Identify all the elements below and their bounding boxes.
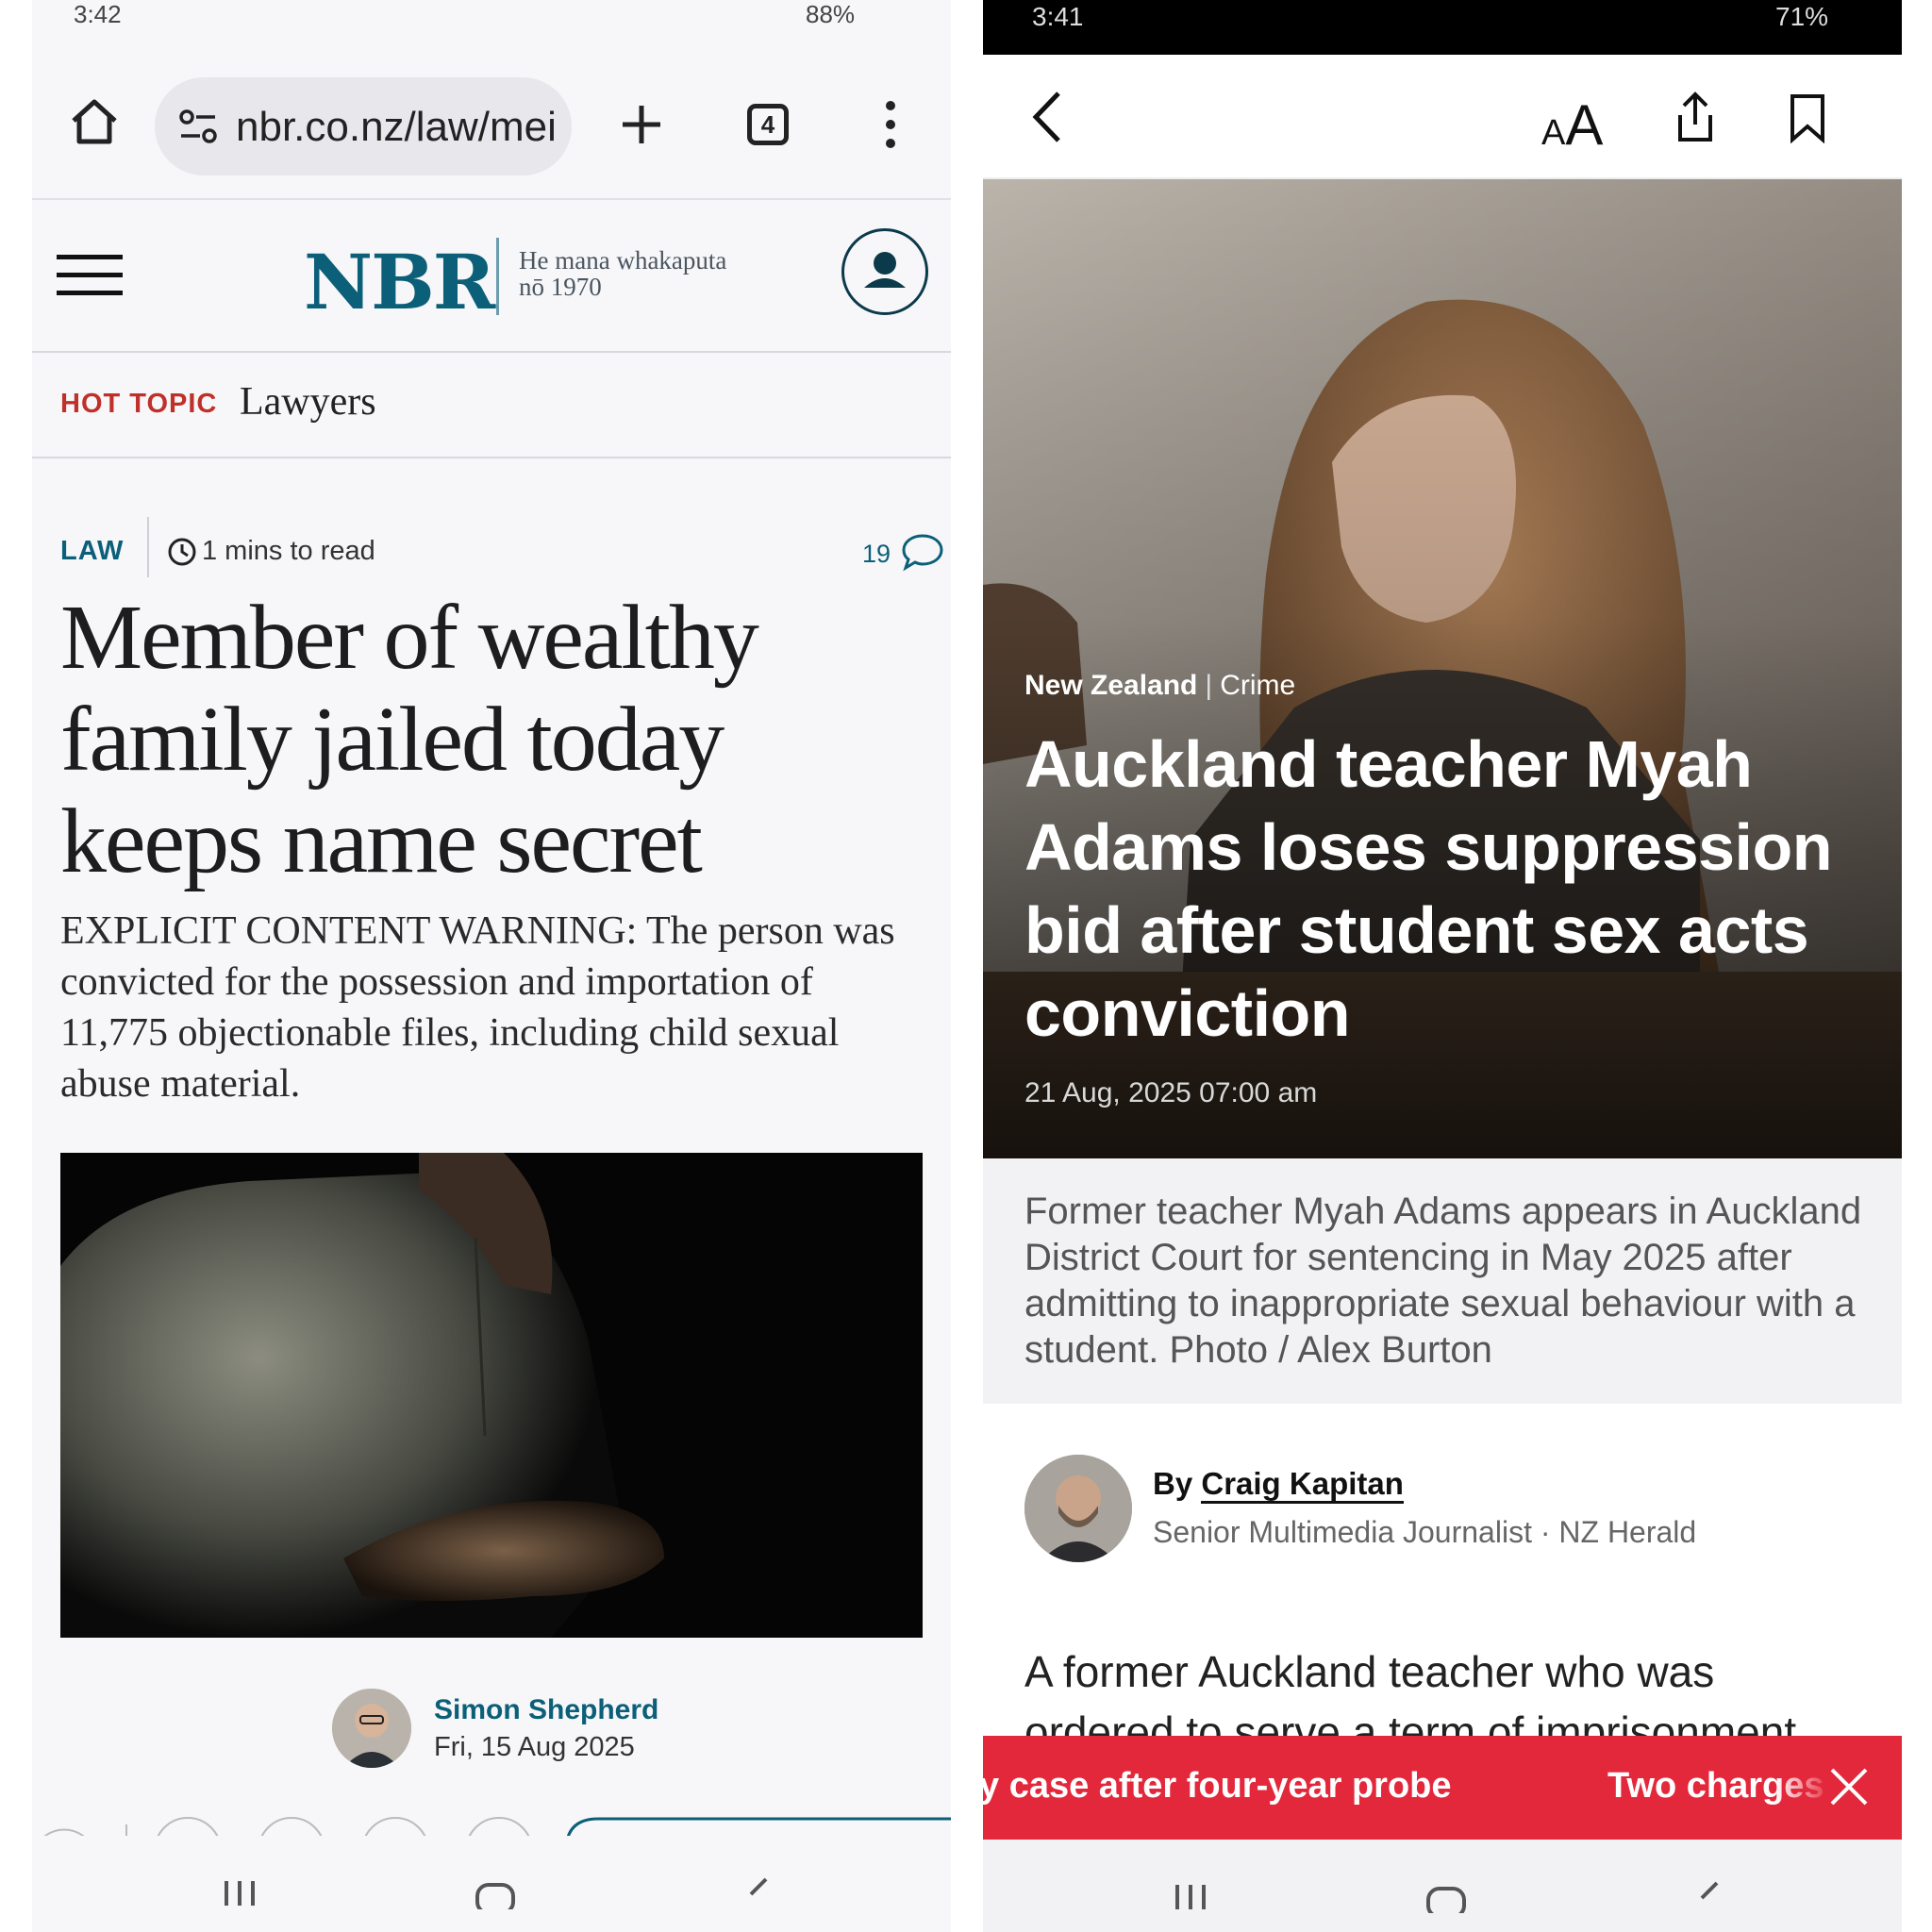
status-battery: 71% (1775, 2, 1829, 31)
publication-name: NZ Herald (1558, 1515, 1697, 1549)
status-battery: 88% (806, 0, 856, 28)
bookmark-icon[interactable] (1787, 91, 1828, 145)
section-tag[interactable]: LAW (60, 536, 124, 567)
category-new-zealand[interactable]: New Zealand (1024, 670, 1197, 701)
hamburger-menu-icon[interactable] (57, 251, 123, 298)
close-icon[interactable] (1821, 1758, 1877, 1815)
article-toolbar: AA (983, 55, 1902, 179)
author-avatar[interactable] (332, 1689, 411, 1768)
category-crime[interactable]: Crime (1220, 670, 1295, 701)
meta-divider (147, 517, 149, 577)
ticker-item-1[interactable]: y case after four-year probe (983, 1766, 1452, 1807)
author-name[interactable]: Simon Shepherd (434, 1694, 658, 1726)
article-headline: Member of wealthy family jailed today ke… (60, 587, 759, 892)
article-standfirst: EXPLICIT CONTENT WARNING: The person was… (60, 909, 895, 1106)
tagline-line-2: nō 1970 (519, 273, 602, 301)
image-caption: Former teacher Myah Adams appears in Auc… (1024, 1191, 1862, 1371)
breaking-news-ticker[interactable]: y case after four-year probe Two charges (983, 1736, 1902, 1840)
recent-apps-icon[interactable] (217, 1870, 262, 1907)
status-bar: 3:41 71% (983, 0, 1902, 55)
account-button[interactable] (841, 228, 928, 315)
user-icon (864, 252, 906, 288)
right-screenshot-app: 3:41 71% AA New Zealand | Crime Auckland… (983, 0, 1902, 1932)
text-size-small-a: A (1541, 113, 1566, 153)
article-hero-image: New Zealand | Crime Auckland teacher Myah … (983, 179, 1902, 1158)
system-navigation-bar (32, 1836, 951, 1932)
comment-count[interactable]: 19 (862, 540, 891, 569)
hot-topic-bar: HOT TOPIC Lawyers (32, 353, 951, 458)
article-meta: LAW 1 mins to read 19 (60, 517, 943, 577)
category-breadcrumb: New Zealand | Crime (1024, 670, 1874, 702)
publish-date: Fri, 15 Aug 2025 (434, 1732, 635, 1762)
author-role: Senior Multimedia Journalist (1153, 1515, 1532, 1549)
author-role-line: Senior Multimedia Journalist · NZ Herald (1153, 1515, 1696, 1550)
image-caption-box: Former teacher Myah Adams appears in Auc… (983, 1158, 1902, 1404)
share-icon[interactable] (1672, 89, 1719, 145)
site-header: NBR He mana whakaputa nō 1970 (32, 200, 951, 353)
logo-divider (496, 238, 499, 315)
publish-date: 21 Aug, 2025 07:00 am (1024, 1077, 1318, 1108)
system-navigation-bar (983, 1840, 1902, 1932)
back-nav-icon[interactable] (738, 1872, 775, 1909)
home-nav-icon[interactable] (1424, 1877, 1468, 1915)
author-row: Simon Shepherd Fri, 15 Aug 2025 (332, 1689, 804, 1774)
author-avatar[interactable] (1024, 1455, 1132, 1562)
clock-icon (166, 536, 198, 568)
new-tab-icon[interactable] (615, 98, 668, 151)
text-size-large-a: A (1565, 93, 1604, 157)
article-hero-image (60, 1153, 923, 1638)
url-text: nbr.co.nz/law/mei (236, 104, 557, 150)
address-bar[interactable]: nbr.co.nz/law/mei (155, 77, 572, 175)
left-screenshot-browser: 3:42 88% nbr.co.nz/law/mei 4 NBR He mana… (32, 0, 951, 1932)
back-arrow-icon[interactable] (1028, 89, 1066, 145)
category-separator: | (1205, 670, 1213, 701)
back-nav-icon[interactable] (1689, 1875, 1726, 1913)
site-tagline: He mana whakaputa nō 1970 (519, 247, 792, 300)
browser-toolbar: nbr.co.nz/law/mei 4 (32, 38, 951, 200)
author-name-link[interactable]: Craig Kapitan (1201, 1466, 1404, 1504)
role-separator-dot: · (1540, 1515, 1559, 1549)
hot-topic-label: HOT TOPIC (60, 389, 218, 419)
home-icon[interactable] (64, 91, 125, 151)
more-menu-icon[interactable] (881, 98, 900, 151)
tagline-line-1: He mana whakaputa (519, 246, 727, 275)
hero-text-overlay: New Zealand | Crime Auckland teacher Myah … (1024, 670, 1874, 1109)
nbr-logo[interactable]: NBR (304, 238, 495, 326)
home-nav-icon[interactable] (474, 1874, 517, 1911)
text-size-button[interactable]: AA (1541, 92, 1603, 158)
hot-topic-link[interactable]: Lawyers (240, 379, 376, 425)
comment-icon[interactable] (900, 532, 945, 574)
status-time: 3:42 (74, 0, 122, 28)
status-bar: 3:42 88% (32, 0, 951, 38)
status-time: 3:41 (1032, 2, 1084, 31)
author-name-line: By Craig Kapitan (1153, 1466, 1404, 1504)
recent-apps-icon[interactable] (1168, 1874, 1213, 1911)
tab-switcher-button[interactable]: 4 (747, 104, 789, 145)
by-prefix: By (1153, 1466, 1193, 1501)
read-time: 1 mins to read (202, 536, 375, 566)
article-headline: Auckland teacher Myah Adams loses suppre… (1024, 727, 1833, 1050)
author-byline: By Craig Kapitan Senior Multimedia Journ… (1024, 1455, 1874, 1568)
site-settings-icon[interactable] (175, 106, 221, 147)
